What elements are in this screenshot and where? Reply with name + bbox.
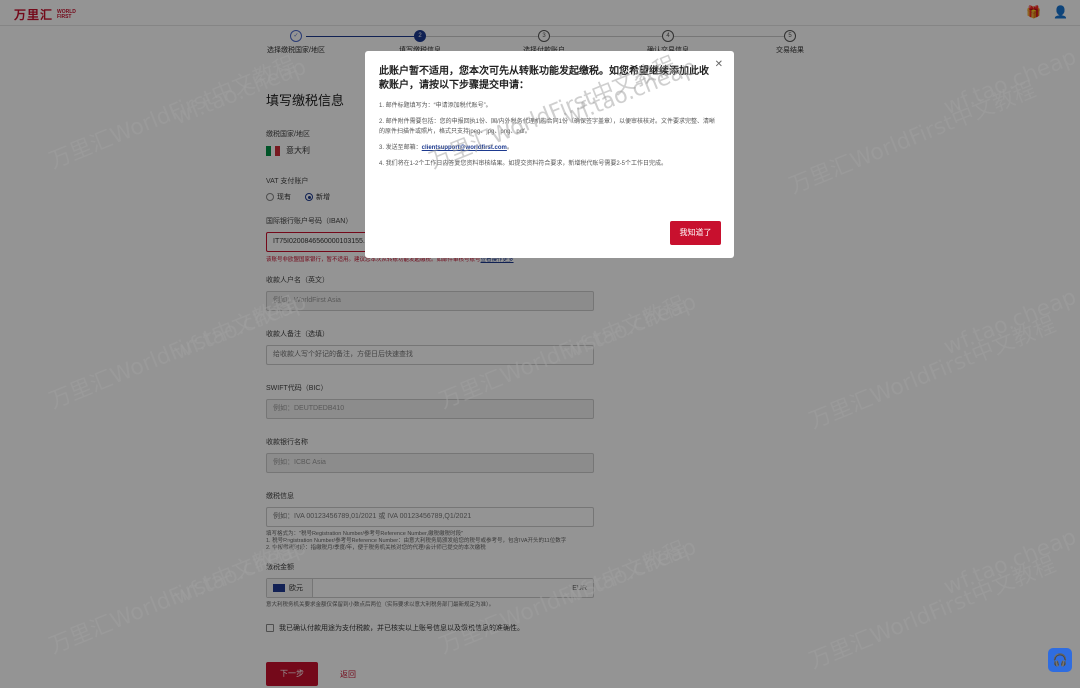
close-icon[interactable]: ✕ (715, 59, 723, 70)
modal-step-3: 3. 发送至邮箱：clientsupport@worldfirst.com。 (379, 145, 513, 151)
info-modal: ✕ 此账户暂不适用，您本次可先从转账功能发起缴税。如您希望继续添加此收款账户，请… (365, 51, 734, 258)
support-email-link[interactable]: clientsupport@worldfirst.com (422, 145, 507, 151)
modal-title: 此账户暂不适用，您本次可先从转账功能发起缴税。如您希望继续添加此收款账户，请按以… (379, 66, 709, 91)
acknowledge-button[interactable]: 我知道了 (670, 221, 721, 245)
modal-step-2: 2. 邮件附件需要包括：您的申报回执1份、国/内外税务代理机构合同1份（确保签字… (379, 119, 716, 135)
support-chat-icon[interactable]: 🎧 (1048, 648, 1072, 672)
modal-step-1: 1. 邮件标题填写为：“申请添加税代账号”。 (379, 103, 492, 109)
modal-step-4: 4. 我们将在1-2个工作日内答复您资料审核结果。如提交资料符合要求，新增税代账… (379, 161, 668, 167)
